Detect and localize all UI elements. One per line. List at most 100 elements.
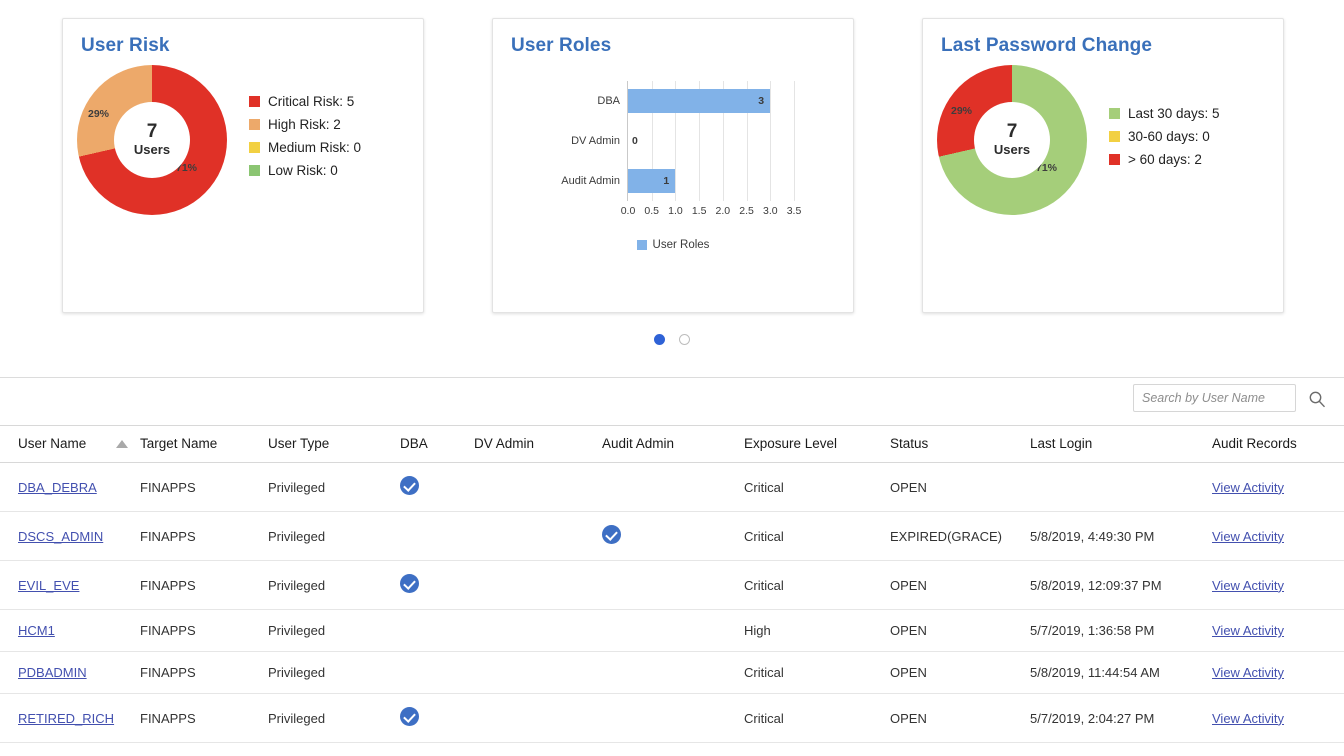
- cell-user-name[interactable]: EVIL_EVE: [0, 560, 140, 610]
- legend-item-label: 30-60 days: 0: [1128, 128, 1210, 144]
- table-row[interactable]: RETIRED_RICH FINAPPS Privileged Critical OPE…: [0, 693, 1344, 743]
- card-last-password-change[interactable]: Last Password Change 29% 71% 7 Users Las…: [922, 18, 1284, 313]
- column-header-exposure-level[interactable]: Exposure Level: [744, 425, 890, 463]
- cell-user-name[interactable]: PDBADMIN: [0, 651, 140, 694]
- legend-item-label: Critical Risk: 5: [268, 94, 355, 109]
- cell-exposure-level: Critical: [744, 693, 890, 743]
- user-risk-legend: Critical Risk: 5 High Risk: 2 Medium Risk:…: [227, 94, 361, 186]
- carousel-pagination[interactable]: [0, 334, 1344, 345]
- cell-audit-admin: [602, 742, 744, 756]
- column-header-user-type[interactable]: User Type: [268, 425, 400, 463]
- user-assessment-dashboard: User Risk 29% 71% 7 Users Critical Risk:…: [0, 0, 1344, 756]
- table-body: DBA_DEBRA FINAPPS Privileged Critical OPEN Vi…: [0, 462, 1344, 756]
- column-header-status[interactable]: Status: [890, 425, 1030, 463]
- table-row[interactable]: DSCS_ADMIN FINAPPS Privileged Critical EXPIR…: [0, 511, 1344, 561]
- user-assessment-table: User Name Target Name User Type DBA DV A…: [0, 425, 1344, 756]
- cell-audit-records[interactable]: View Activity: [1212, 511, 1344, 561]
- user-risk-total-count: 7: [146, 121, 158, 143]
- cell-user-name[interactable]: DBA_DEBRA: [0, 462, 140, 512]
- bar-chart-bar-row[interactable]: Audit Admin 1: [561, 169, 676, 193]
- column-header-dba[interactable]: DBA: [400, 425, 474, 463]
- cell-status: OPEN: [890, 462, 1030, 512]
- bar-chart-bar[interactable]: [628, 89, 771, 113]
- bar-chart-x-tick: 0.0: [620, 205, 636, 217]
- cell-audit-records[interactable]: View Activity: [1212, 693, 1344, 743]
- legend-item[interactable]: Medium Risk: 0: [249, 140, 361, 155]
- cell-user-name-link[interactable]: EVIL_EVE: [18, 578, 79, 593]
- cell-user-name[interactable]: HCM1: [0, 609, 140, 652]
- cell-user-name[interactable]: SECURE_STEVE: [0, 742, 140, 756]
- cell-target-name: FINAPPS: [140, 609, 268, 652]
- bar-chart-bar-row[interactable]: DBA 3: [597, 89, 771, 113]
- legend-swatch-icon: [249, 96, 260, 107]
- table-row[interactable]: EVIL_EVE FINAPPS Privileged Critical OPEN 5/8…: [0, 560, 1344, 610]
- cell-audit-records-link[interactable]: View Activity: [1212, 578, 1284, 593]
- cell-audit-records-link[interactable]: View Activity: [1212, 623, 1284, 638]
- card-user-roles[interactable]: User Roles DBA 3 DV Admin 0 Audit Admin 1 0.0 0…: [492, 18, 854, 313]
- user-risk-donut-chart[interactable]: 29% 71% 7 Users: [77, 65, 227, 215]
- cell-audit-records-link[interactable]: View Activity: [1212, 529, 1284, 544]
- user-roles-plot-area: DBA 3 DV Admin 0 Audit Admin 1 0.0 0.5 1.0 1.5 2.0…: [561, 81, 801, 217]
- cell-user-type: Privileged: [268, 651, 400, 694]
- legend-item[interactable]: 30-60 days: 0: [1109, 129, 1220, 144]
- column-header-audit-admin[interactable]: Audit Admin: [602, 425, 744, 463]
- table-row[interactable]: DBA_DEBRA FINAPPS Privileged Critical OPEN Vi…: [0, 462, 1344, 512]
- cell-audit-records[interactable]: View Activity: [1212, 560, 1344, 610]
- cell-audit-records[interactable]: View Activity: [1212, 462, 1344, 512]
- carousel-dot[interactable]: [679, 334, 690, 345]
- cell-audit-admin: [602, 560, 744, 610]
- legend-item[interactable]: Last 30 days: 5: [1109, 106, 1220, 121]
- legend-item[interactable]: Critical Risk: 5: [249, 94, 361, 109]
- cell-target-name: FINAPPS: [140, 560, 268, 610]
- column-header-audit-records[interactable]: Audit Records: [1212, 425, 1344, 463]
- cell-exposure-level: Critical: [744, 462, 890, 512]
- cell-user-name[interactable]: DSCS_ADMIN: [0, 511, 140, 561]
- bar-chart-gridline: [794, 81, 795, 201]
- legend-item-label: High Risk: 2: [268, 117, 341, 132]
- cell-audit-records[interactable]: View Activity: [1212, 609, 1344, 652]
- column-header-last-login[interactable]: Last Login: [1030, 425, 1212, 463]
- sort-ascending-icon[interactable]: [116, 440, 129, 449]
- last-password-total-count: 7: [1006, 121, 1018, 143]
- search-input[interactable]: [1134, 385, 1295, 411]
- column-header-target-name[interactable]: Target Name: [140, 425, 268, 463]
- legend-item-label: Last 30 days: 5: [1128, 105, 1220, 121]
- legend-item[interactable]: > 60 days: 2: [1109, 152, 1220, 167]
- legend-item[interactable]: High Risk: 2: [249, 117, 361, 132]
- carousel-dot[interactable]: [654, 334, 665, 345]
- cell-user-name-link[interactable]: DSCS_ADMIN: [18, 529, 103, 544]
- cell-audit-admin: [602, 511, 744, 561]
- cell-audit-records-link[interactable]: View Activity: [1212, 711, 1284, 726]
- bar-chart-x-tick: 2.5: [739, 205, 754, 217]
- legend-item[interactable]: Low Risk: 0: [249, 163, 361, 178]
- cell-audit-records-link[interactable]: View Activity: [1212, 480, 1284, 495]
- cell-user-name-link[interactable]: PDBADMIN: [18, 665, 87, 680]
- table-row[interactable]: PDBADMIN FINAPPS Privileged Critical OPEN 5/8…: [0, 651, 1344, 694]
- column-header-user-name[interactable]: User Name: [0, 425, 140, 463]
- cell-dv-admin: [474, 693, 602, 743]
- cell-dba: [400, 651, 474, 694]
- column-header-dv-admin[interactable]: DV Admin: [474, 425, 602, 463]
- bar-chart-category-label: DBA: [597, 95, 620, 107]
- cell-user-type: Privileged: [268, 511, 400, 561]
- table-row[interactable]: SECURE_STEVEFINAPPSPrivileged HighOPEN Vie…: [0, 742, 1344, 756]
- cell-user-name-link[interactable]: HCM1: [18, 623, 55, 638]
- cell-user-name-link[interactable]: RETIRED_RICH: [18, 711, 114, 726]
- cell-last-login: [1030, 742, 1212, 756]
- check-circle-icon: [400, 574, 419, 593]
- cell-target-name: FINAPPS: [140, 742, 268, 756]
- user-roles-bar-chart[interactable]: DBA 3 DV Admin 0 Audit Admin 1 0.0 0.5 1.0 1.5 2.0…: [493, 57, 853, 272]
- cell-user-name[interactable]: RETIRED_RICH: [0, 693, 140, 743]
- table-row[interactable]: HCM1 FINAPPS Privileged High OPEN 5/7/2019, 1…: [0, 609, 1344, 652]
- cell-audit-records[interactable]: View Activity: [1212, 651, 1344, 694]
- cell-audit-records[interactable]: View Activity: [1212, 742, 1344, 756]
- last-password-donut-chart[interactable]: 29% 71% 7 Users: [937, 65, 1087, 215]
- cell-user-name-link[interactable]: DBA_DEBRA: [18, 480, 97, 495]
- last-password-donut-center: 7 Users: [974, 102, 1050, 178]
- search-icon[interactable]: [1308, 390, 1326, 408]
- search-box[interactable]: [1133, 384, 1296, 412]
- cell-audit-records-link[interactable]: View Activity: [1212, 665, 1284, 680]
- check-circle-icon: [602, 525, 621, 544]
- card-user-risk[interactable]: User Risk 29% 71% 7 Users Critical Risk:…: [62, 18, 424, 313]
- cell-dv-admin: [474, 511, 602, 561]
